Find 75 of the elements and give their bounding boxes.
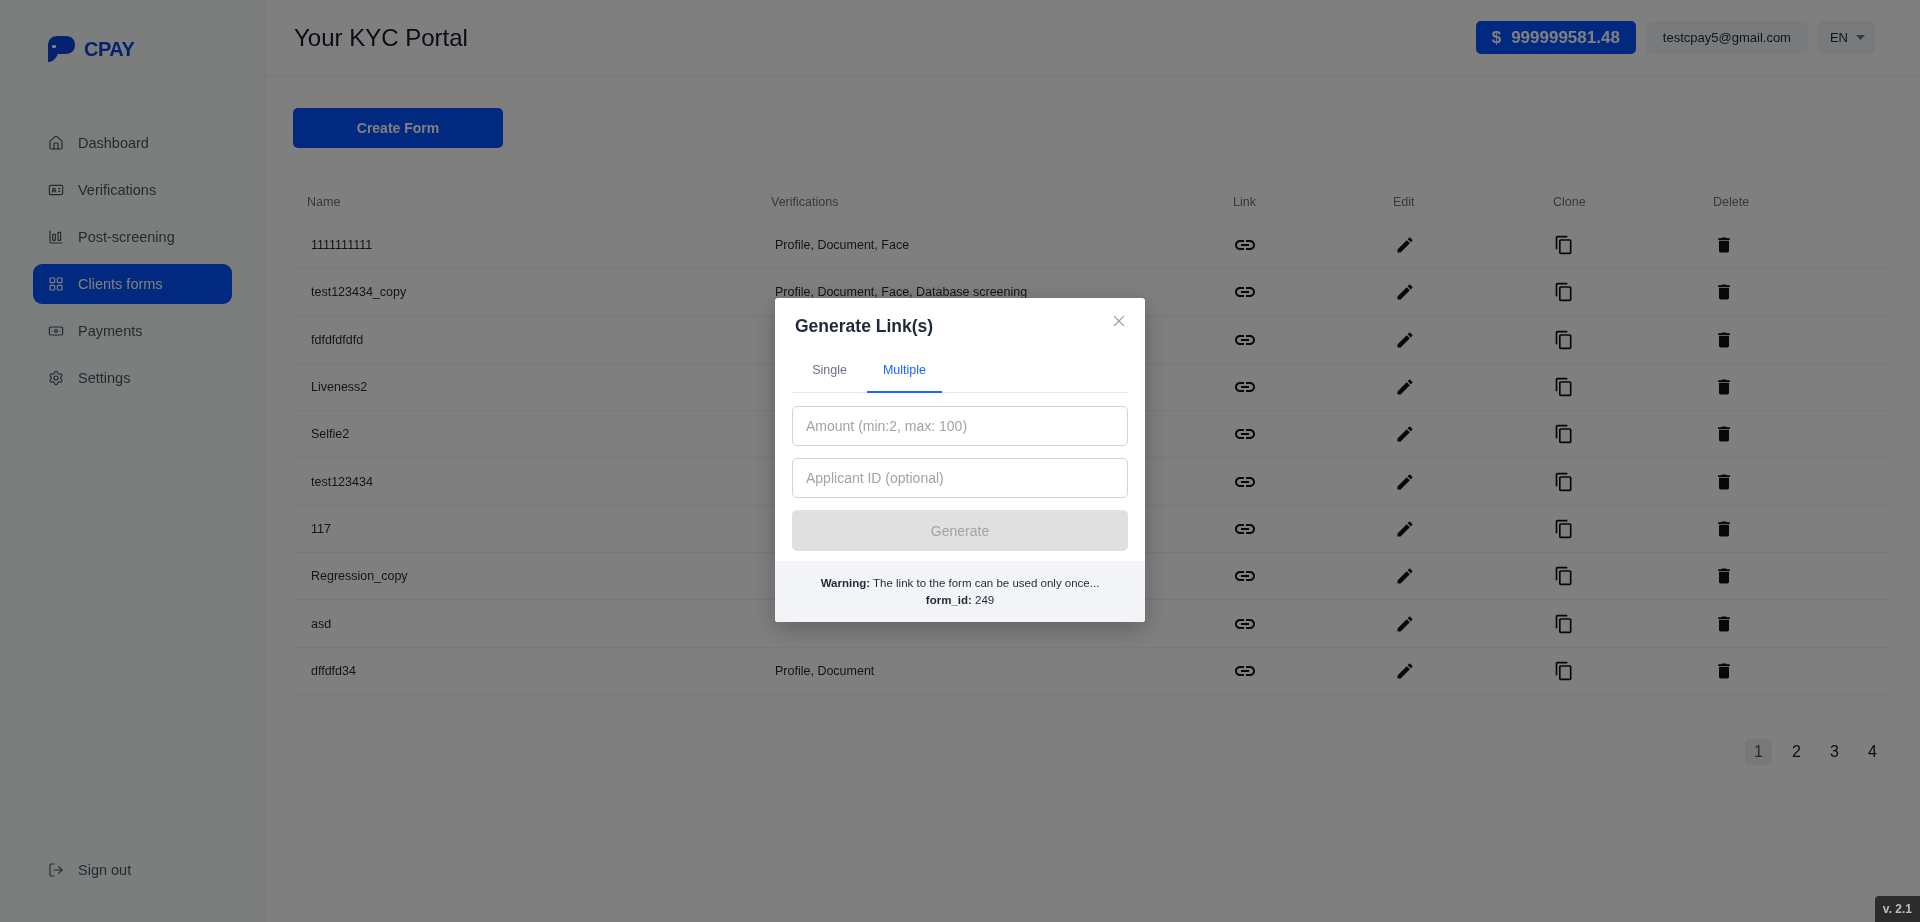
currency-sign: $	[1491, 27, 1502, 48]
edit-icon[interactable]	[1395, 282, 1415, 303]
edit-icon[interactable]	[1395, 518, 1415, 539]
dialog-title: Generate Link(s)	[795, 316, 934, 337]
language-select[interactable]: EN	[1817, 21, 1875, 54]
table-cell: Regression_copy	[311, 569, 408, 584]
warning-text: Warning: The link to the form can be used only once...	[820, 577, 1100, 589]
sidebar-item[interactable]: Payments	[33, 311, 232, 351]
bar-chart-icon	[48, 229, 64, 245]
sidebar-item[interactable]: Dashboard	[33, 123, 232, 163]
table-cell: dffdfd34	[311, 663, 356, 678]
table-cell: Profile, Document	[775, 663, 875, 678]
edit-icon[interactable]	[1395, 471, 1415, 492]
sidebar-item[interactable]: Post-screening	[33, 217, 232, 257]
page-title: Your KYC Portal	[294, 23, 469, 52]
copy-icon[interactable]	[1554, 235, 1574, 256]
sidebar-item[interactable]: Settings	[33, 358, 232, 398]
id-card-icon	[48, 182, 64, 198]
sidebar-item[interactable]: Verifications	[33, 170, 232, 210]
copy-icon[interactable]	[1554, 471, 1574, 492]
copy-icon[interactable]	[1554, 282, 1574, 303]
edit-icon[interactable]	[1395, 329, 1415, 350]
table-cell: 1111111111	[311, 238, 373, 253]
tab[interactable]: Multiple	[867, 363, 942, 393]
copy-icon[interactable]	[1554, 660, 1574, 681]
table-cell: Liveness2	[311, 380, 368, 395]
page-button[interactable]: 1	[1745, 738, 1772, 765]
settings-icon	[48, 370, 64, 386]
tab[interactable]: Single	[792, 363, 867, 393]
column-header: Verifications	[771, 195, 839, 209]
edit-icon[interactable]	[1395, 660, 1415, 681]
input-field[interactable]: Amount (min:2, max: 100)	[792, 406, 1128, 446]
banknote-icon	[48, 323, 64, 339]
brand-name: CPAY	[84, 37, 135, 61]
table-cell: Profile, Document, Face, Database screening	[775, 285, 1028, 300]
home-icon	[48, 135, 64, 151]
grid-icon	[48, 276, 64, 292]
column-header: Delete	[1713, 195, 1750, 209]
edit-icon[interactable]	[1395, 377, 1415, 398]
page-button[interactable]: 3	[1821, 738, 1848, 765]
version-badge: v. 2.1	[1874, 896, 1920, 922]
copy-icon[interactable]	[1554, 518, 1574, 539]
table-cell: Selfie2	[311, 427, 350, 442]
table-cell: test123434_copy	[311, 285, 407, 300]
table-cell: 117	[311, 521, 331, 536]
account-email-button[interactable]: testcpay5@gmail.com	[1645, 21, 1808, 54]
input-field[interactable]: Applicant ID (optional)	[792, 458, 1128, 498]
copy-icon[interactable]	[1554, 377, 1574, 398]
edit-icon[interactable]	[1395, 613, 1415, 634]
column-header: Link	[1233, 195, 1256, 209]
column-header: Clone	[1553, 195, 1586, 209]
copy-icon[interactable]	[1554, 613, 1574, 634]
caret-icon	[1856, 35, 1865, 40]
sign-out-icon	[48, 862, 64, 878]
edit-icon[interactable]	[1395, 235, 1415, 256]
sign-out-link[interactable]: Sign out	[33, 850, 232, 890]
sidebar-item[interactable]: Clients forms	[33, 264, 232, 304]
table-cell: asd	[311, 616, 332, 631]
table-cell: test123434	[311, 474, 373, 489]
edit-icon[interactable]	[1395, 566, 1415, 587]
column-header: Name	[307, 195, 341, 209]
form-id-text: form_id: 249	[925, 594, 995, 606]
copy-icon[interactable]	[1554, 329, 1574, 350]
copy-icon[interactable]	[1554, 566, 1574, 587]
page-button[interactable]: 2	[1783, 738, 1810, 765]
copy-icon[interactable]	[1554, 424, 1574, 445]
table-cell: Profile, Document, Face	[775, 238, 910, 253]
table-cell: fdfdfdfdfd	[311, 332, 364, 347]
balance-amount: 999999581.48	[1511, 27, 1620, 48]
create-form-button[interactable]: Create Form	[293, 108, 503, 148]
column-header: Edit	[1393, 195, 1415, 209]
balance-button[interactable]: $ 999999581.48	[1475, 21, 1636, 54]
page-button[interactable]: 4	[1859, 738, 1886, 765]
logo-icon	[46, 34, 76, 64]
edit-icon[interactable]	[1395, 424, 1415, 445]
